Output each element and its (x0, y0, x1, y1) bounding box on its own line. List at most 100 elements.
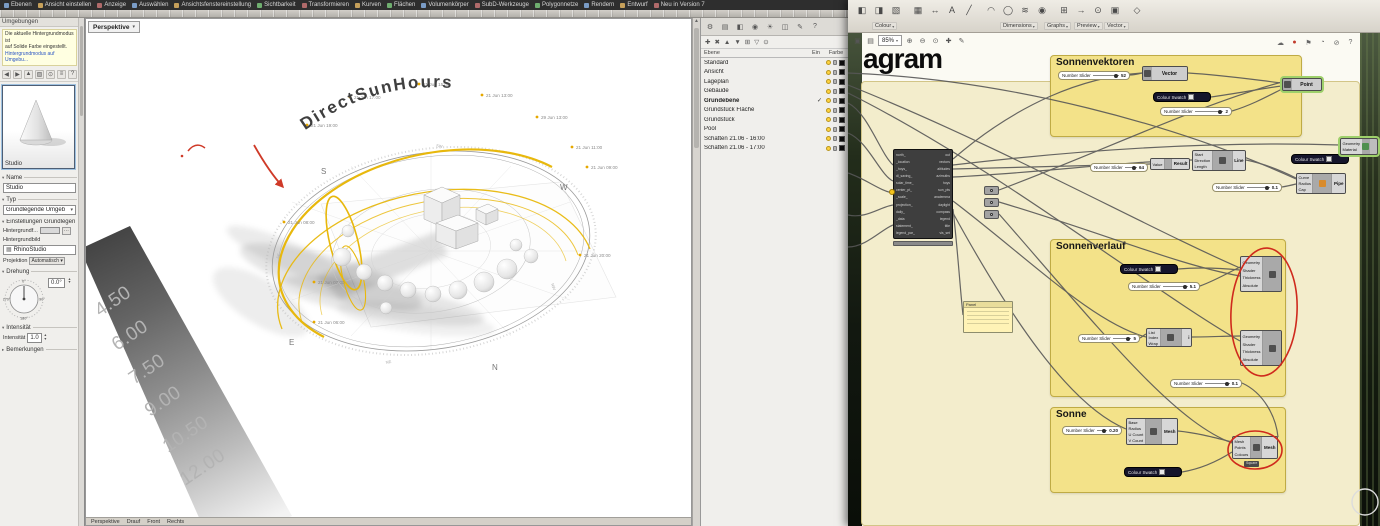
point-icon[interactable]: ⊙ (1090, 2, 1106, 18)
colour-swatch-icon[interactable]: ◧ (854, 2, 870, 18)
menu-item[interactable]: Auswählen (132, 2, 168, 8)
sunpath-output-port[interactable]: vis_set (934, 230, 950, 236)
dimension-icon[interactable]: ↔ (927, 2, 943, 18)
layer-row[interactable]: Lageplan (701, 77, 848, 87)
circle-icon[interactable]: ◯ (1000, 2, 1016, 18)
background-image-field[interactable]: ▦ RhinoStudio (3, 244, 76, 255)
section-settings[interactable]: ▾ Einstellungen Grundlegend (0, 216, 79, 226)
colour-swatch[interactable]: Colour Swatch (1291, 154, 1349, 164)
help-icon[interactable]: ? (68, 69, 77, 79)
flag-icon[interactable]: ⚑ (1303, 37, 1314, 48)
number-slider[interactable]: Number Slider 64 (1090, 163, 1148, 172)
layer-color-swatch[interactable] (839, 135, 845, 142)
number-slider[interactable]: Number Slider 52 (1058, 71, 1130, 80)
colour-swatch[interactable]: Colour Swatch (1120, 264, 1178, 274)
dimensions-dropdown[interactable]: Dimensions ▾ (1000, 22, 1038, 30)
move-up-icon[interactable]: ▲ (724, 39, 730, 46)
list-item-component[interactable]: List Index Wrap i (1146, 328, 1192, 347)
layer-on-lightbulb-icon[interactable] (826, 145, 831, 151)
sunpath-output-port[interactable]: compass (934, 209, 950, 215)
rhino-toolbar-icons[interactable] (0, 10, 848, 18)
layer-color-swatch[interactable] (839, 126, 845, 133)
sunpath-input-port[interactable]: north_ (896, 152, 915, 158)
menu-item[interactable]: Kurven (354, 2, 381, 8)
new-layer-icon[interactable]: ✚ (705, 38, 710, 46)
sunpath-input-port[interactable]: _data (896, 216, 915, 222)
vector-component[interactable]: Vector (1142, 66, 1188, 81)
mesh-icon[interactable]: ⊞ (1056, 2, 1072, 18)
sketch-icon[interactable]: ✎ (956, 35, 967, 46)
number-slider[interactable]: Number Slider 5.1 (1128, 282, 1200, 291)
panel-component[interactable]: Panel (963, 301, 1013, 333)
layer-color-swatch[interactable] (839, 78, 845, 85)
section-remarks[interactable]: ▸ Bemerkungen (0, 344, 79, 354)
search-icon[interactable]: ⊙ (763, 38, 768, 46)
zoom-in-icon[interactable]: ⊕ (904, 35, 915, 46)
display-tab-icon[interactable]: ◧ (733, 20, 747, 33)
preview-icon[interactable]: ◉ (1034, 2, 1050, 18)
layer-color-swatch[interactable] (839, 88, 845, 95)
viewport-tab-item[interactable]: Perspektive (91, 519, 120, 525)
layer-on-lightbulb-icon[interactable] (826, 88, 831, 94)
layer-lock-icon[interactable] (833, 69, 837, 75)
save-icon[interactable]: ▣ (852, 35, 863, 46)
layer-lock-icon[interactable] (833, 88, 837, 94)
search-icon[interactable]: ⊙ (46, 69, 55, 79)
pan-icon[interactable]: ✚ (943, 35, 954, 46)
number-slider[interactable]: Number Slider 0.1 (1170, 379, 1242, 388)
menu-item[interactable]: Entwurf (620, 2, 648, 8)
sunpath-output-port[interactable]: altitudes (934, 166, 950, 172)
layer-lock-icon[interactable] (833, 107, 837, 113)
layer-color-swatch[interactable] (839, 145, 845, 152)
colour-dropdown[interactable]: Colour ▾ (872, 22, 898, 30)
layer-row[interactable]: Grundstück Fläche (701, 106, 848, 116)
geometry-material-component[interactable]: Geometry Material (1340, 138, 1378, 155)
layer-lock-icon[interactable] (833, 60, 837, 66)
help-tab-icon[interactable]: ? (808, 20, 822, 33)
menu-item[interactable]: Neu in Version 7 (653, 2, 705, 8)
sun-tab-icon[interactable]: ☀ (763, 20, 777, 33)
snapshots-tab-icon[interactable]: ◫ (778, 20, 792, 33)
field-icon[interactable]: ◇ (1129, 2, 1145, 18)
layer-lock-icon[interactable] (833, 117, 837, 123)
image-icon[interactable]: ▦ (910, 2, 926, 18)
forward-icon[interactable]: ▶ (13, 69, 22, 79)
sunpath-input-port[interactable]: daily_ (896, 209, 915, 215)
layer-row[interactable]: Pool (701, 125, 848, 135)
layer-on-lightbulb-icon[interactable] (826, 60, 831, 66)
menu-item[interactable]: Anzeige (97, 2, 126, 8)
intensity-field[interactable]: 1.0 (27, 332, 42, 343)
text-tag-icon[interactable]: A (944, 2, 960, 18)
pipe-component[interactable]: Curve Radius Cap Pipe (1296, 173, 1346, 194)
layer-row[interactable]: Grundebene (701, 96, 848, 106)
record-icon[interactable]: ● (1289, 37, 1300, 48)
graph-icon[interactable]: ≋ (1017, 2, 1033, 18)
materials-tab-icon[interactable]: ◉ (748, 20, 762, 33)
menu-item[interactable]: SubD-Werkzeuge (474, 2, 529, 8)
expand-all-icon[interactable]: ⊞ (745, 38, 750, 46)
sunpath-output-port[interactable]: sun_pts (934, 187, 950, 193)
sunpath-output-port[interactable]: daylight (934, 202, 950, 208)
env-panel-scrollbar[interactable] (78, 18, 84, 526)
mesh-sphere-component[interactable]: Base Radius U Count V Count Mesh (1126, 418, 1178, 445)
section-intensity[interactable]: ▾ Intensität (0, 322, 79, 332)
layer-on-lightbulb-icon[interactable] (826, 107, 831, 113)
viewport-tab[interactable]: Perspektive ▾ (88, 21, 141, 33)
number-slider[interactable]: Number Slider 0.1 (1212, 183, 1282, 192)
menu-item[interactable]: Ansichtsfenstereinstellung (174, 2, 251, 8)
sunpath-input-port[interactable]: statement_ (896, 223, 915, 229)
typ-dropdown[interactable]: Grundlegende Umgeb ▾ (3, 204, 76, 215)
layer-lock-icon[interactable] (833, 98, 837, 104)
menu-item[interactable]: Ebenen (4, 2, 32, 8)
palette-icon[interactable]: ▧ (888, 2, 904, 18)
sunpath-input-port[interactable]: _hoys_ (896, 166, 915, 172)
grasshopper-canvas[interactable]: agram ▣ ▤ 85% ▾ ⊕ ⊖ ⊙ ✚ ✎ ☁ ● ⚑ ◔ ⊘ ? So… (848, 33, 1380, 526)
menu-item[interactable]: Ansicht einstellen (37, 2, 91, 8)
filter-icon[interactable]: ▽ (754, 38, 759, 46)
vector-icon[interactable]: → (1073, 2, 1089, 18)
colour-swatch[interactable]: Colour Swatch (1153, 92, 1211, 102)
rotation-stepper[interactable]: ▲ ▼ (68, 277, 71, 285)
menu-item[interactable]: Rendern (584, 2, 614, 8)
environment-thumbnail[interactable]: Studio (1, 83, 76, 170)
move-down-icon[interactable]: ▼ (734, 39, 740, 46)
